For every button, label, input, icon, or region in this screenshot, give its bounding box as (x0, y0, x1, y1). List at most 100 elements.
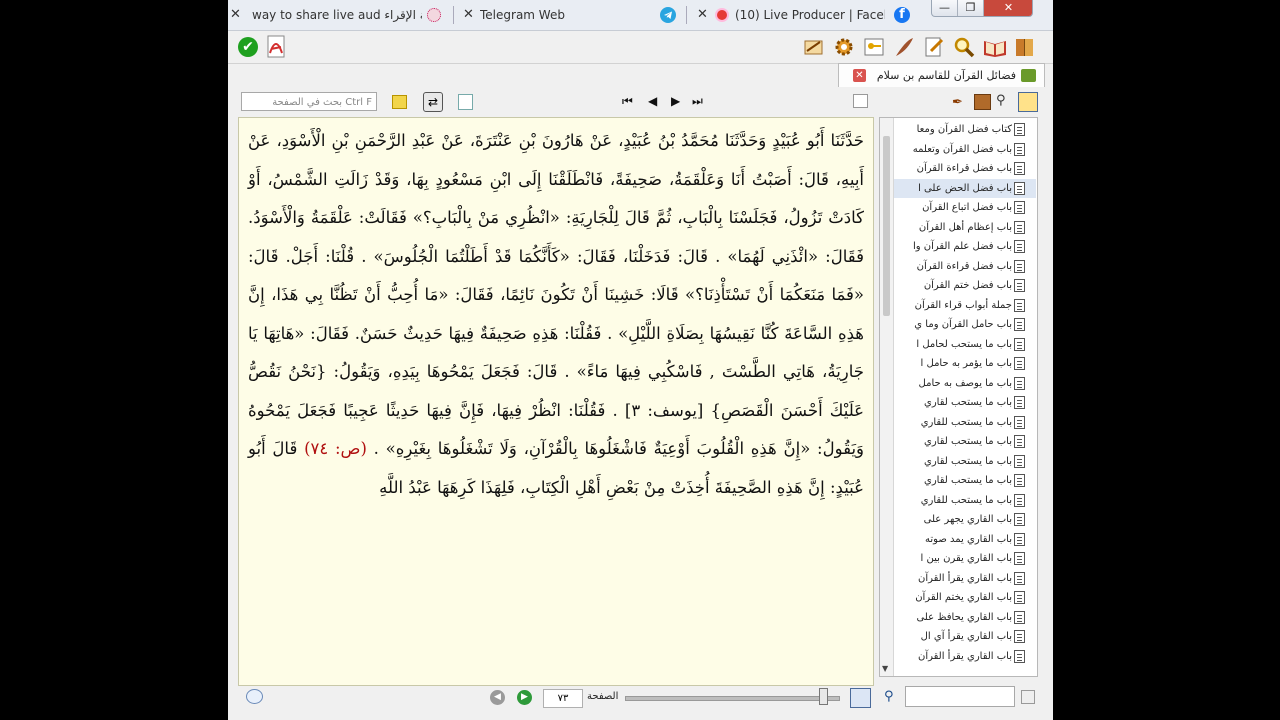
tree-item-label: باب القاري يقرن بين ا (920, 553, 1012, 564)
tree-scroll-thumb[interactable] (883, 136, 890, 316)
tree-item[interactable]: باب فضل علم القرآن وا (894, 237, 1036, 257)
document-icon (1014, 415, 1025, 429)
book-icon[interactable] (1014, 36, 1036, 58)
tab-close-icon[interactable]: ✕ (230, 0, 241, 30)
tree-item-label: باب القاري يقرأ القرآن (917, 572, 1012, 584)
new-note-icon[interactable] (853, 94, 868, 108)
close-book-tab-icon[interactable]: ✕ (853, 69, 866, 82)
tree-item[interactable]: باب القاري يحافظ على (894, 608, 1036, 628)
tree-item[interactable]: كتاب فضل القرآن ومعا (894, 120, 1036, 140)
page-slider[interactable] (625, 696, 840, 701)
tree-item[interactable]: باب ما يستحب لقاري (894, 393, 1036, 413)
sync-icon[interactable]: ⇄ (423, 92, 443, 112)
document-icon (1014, 142, 1025, 156)
document-icon (1014, 474, 1025, 487)
library-icon[interactable] (974, 94, 991, 110)
tree-search-input[interactable] (905, 686, 1015, 707)
copy-icon[interactable] (458, 94, 473, 110)
tree-item-label: باب القاري يقرأ القرآن (917, 650, 1012, 662)
tree-item[interactable]: باب ما يستحب للقاري (894, 491, 1036, 511)
forward-icon[interactable]: ▶ (517, 690, 532, 705)
pdf-icon[interactable] (265, 35, 287, 58)
tab-madrasa-label[interactable]: way to share live aud مدرسة الإقراء (252, 0, 422, 30)
chat-icon[interactable] (246, 689, 263, 704)
tree-item[interactable]: باب القاري يمد صوته (894, 530, 1036, 550)
tree-item[interactable]: جملة أبواب قراء القرآن (894, 296, 1036, 316)
tree-item[interactable]: باب ما يوصف به حامل (894, 374, 1036, 394)
page-search-input[interactable]: بحث في الصفحة Ctrl F (241, 92, 377, 111)
document-icon (1014, 630, 1025, 643)
highlight-icon[interactable] (392, 95, 407, 109)
tree-item[interactable]: باب ما يستحب لقاري (894, 452, 1036, 472)
tree-item-label: باب ما يستحب للقاري (920, 416, 1012, 428)
tree-item-label: باب فضل قراءة القرآن (916, 163, 1012, 174)
search-icon[interactable] (953, 36, 975, 58)
tab-close-icon[interactable]: ✕ (697, 0, 708, 30)
tab-telegram-label[interactable]: Telegram Web (480, 0, 630, 30)
prev-page-button[interactable]: ◀ (648, 94, 657, 108)
binoculars-icon[interactable]: ⚲ (996, 93, 1006, 108)
tree-item[interactable]: باب ما يؤمر به حامل ا (894, 354, 1036, 374)
tree-item[interactable]: باب القاري يقرأ القرآن (894, 569, 1036, 589)
tree-item[interactable]: باب حامل القرآن وما ي (894, 315, 1036, 335)
tree-item[interactable]: باب فضل ختم القرآن (894, 276, 1036, 296)
tree-item[interactable]: باب القاري يقرأ آي ال (894, 627, 1036, 647)
open-book-icon[interactable] (983, 36, 1006, 58)
binoculars-search-icon[interactable]: ⚲ (884, 689, 894, 704)
restore-button[interactable]: ❐ (957, 0, 983, 16)
edit-note-icon[interactable] (803, 36, 825, 58)
tree-item[interactable]: باب ما يستحب للقاري (894, 413, 1036, 433)
recording-icon (717, 10, 727, 20)
first-page-button[interactable]: ⏮ (622, 94, 633, 109)
tree-item-label: باب ما يستحب لقاري (924, 455, 1012, 467)
tree-item[interactable]: باب فضل القرآن وتعلمه (894, 140, 1036, 160)
page-reference: (ص: ٧٤) (304, 439, 367, 458)
edit-page-icon[interactable] (923, 36, 945, 58)
tree-scrollbar[interactable]: ▼ (880, 118, 894, 676)
tree-item[interactable]: باب ما يستحب لحامل ا (894, 335, 1036, 355)
tree-item-label: باب ما يستحب للقاري (920, 494, 1012, 506)
document-icon (1014, 357, 1025, 370)
tree-item[interactable]: باب القاري يقرن بين ا (894, 549, 1036, 569)
madrasa-favicon-icon (427, 8, 441, 22)
tree-item-label: باب ما يوصف به حامل (918, 377, 1012, 389)
page-number-field[interactable]: ٧٣ (543, 689, 583, 708)
tab-facebook-label[interactable]: (10) Live Producer | Faceboo (735, 0, 885, 30)
close-button[interactable]: ✕ (983, 0, 1032, 16)
tree-item[interactable]: باب القاري يقرأ القرآن (894, 647, 1036, 667)
tree-item[interactable]: باب فضل قراءة القرآن (894, 257, 1036, 277)
back-icon[interactable]: ◀ (490, 690, 505, 705)
document-icon (1014, 220, 1025, 234)
next-page-button[interactable]: ▶ (671, 94, 680, 108)
tree-item-label: باب فضل ختم القرآن (923, 280, 1012, 291)
document-icon (1014, 201, 1025, 214)
key-settings-icon[interactable] (863, 36, 885, 58)
tree-item[interactable]: باب فضل اتباع القرآن (894, 198, 1036, 218)
minimize-button[interactable]: — (932, 0, 957, 16)
tree-item[interactable]: باب إعظام أهل القرآن (894, 218, 1036, 238)
last-page-button[interactable]: ⏭ (692, 94, 703, 109)
tree-view-icon[interactable] (1018, 92, 1038, 112)
tree-item-label: باب فضل علم القرآن وا (912, 241, 1012, 252)
tab-close-icon[interactable]: ✕ (463, 0, 474, 30)
tree-item-label: باب ما يؤمر به حامل ا (920, 358, 1012, 369)
scroll-down-icon[interactable]: ▼ (882, 664, 888, 673)
tree-item-label: باب فضل القرآن وتعلمه (912, 143, 1012, 155)
gear-icon[interactable] (833, 36, 855, 58)
tree-item[interactable]: باب القاري يختم القرآن (894, 588, 1036, 608)
main-toolbar: ✔ (228, 31, 1053, 64)
tree-item[interactable]: باب ما يستحب لقاري (894, 432, 1036, 452)
tree-item[interactable]: باب فضل قراءة القرآن (894, 159, 1036, 179)
tree-item-label: باب ما يستحب لقاري (924, 436, 1012, 447)
tree-item[interactable]: باب ما يستحب لقاري (894, 471, 1036, 491)
document-icon (1014, 532, 1025, 546)
panel-toggle-icon[interactable] (850, 688, 871, 708)
tree-item[interactable]: باب فضل الحض على ا (894, 178, 1036, 198)
check-icon[interactable]: ✔ (238, 37, 258, 57)
tree-item[interactable]: باب القاري يجهر على (894, 510, 1036, 530)
page-slider-thumb[interactable] (819, 688, 829, 705)
book-tab[interactable]: فضائل القرآن للقاسم بن سلام ✕ (838, 63, 1045, 87)
quill-icon[interactable] (893, 36, 915, 58)
clear-search-icon[interactable] (1021, 690, 1035, 704)
quill-tool-icon[interactable]: ✒ (952, 95, 963, 110)
